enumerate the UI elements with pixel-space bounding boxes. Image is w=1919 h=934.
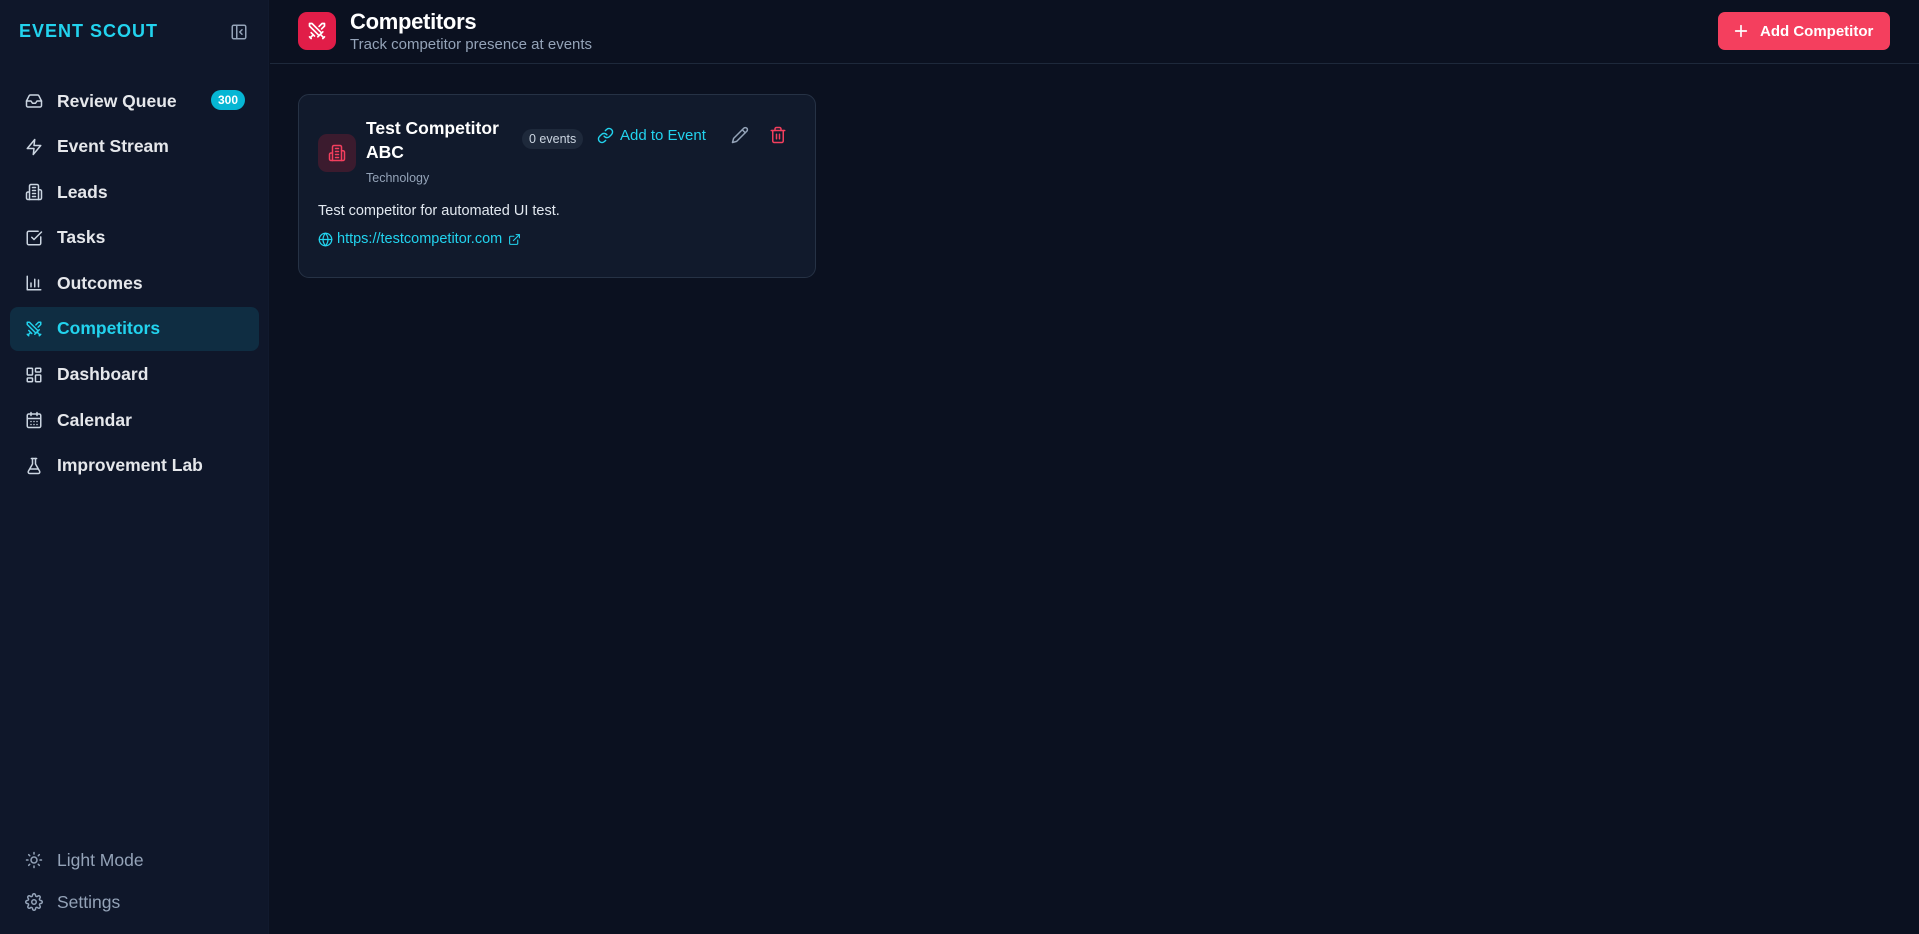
page-title: Competitors [350, 9, 477, 34]
sidebar-item-competitors[interactable]: Competitors [10, 306, 259, 351]
sidebar-item-calendar[interactable]: Calendar [10, 398, 259, 442]
external-link-icon [508, 233, 521, 246]
light-mode-toggle[interactable]: Light Mode [10, 839, 259, 881]
trash-icon [770, 126, 786, 144]
sidebar-item-tasks[interactable]: Tasks [10, 216, 259, 260]
building-icon [318, 134, 356, 172]
sidebar-item-label: Tasks [57, 227, 106, 248]
zap-icon [24, 137, 44, 157]
panel-left-icon [231, 24, 247, 40]
competitor-description: Test competitor for automated UI test. [318, 203, 560, 219]
add-competitor-label: Add Competitor [1760, 22, 1874, 40]
flask-icon [24, 456, 44, 476]
sidebar-item-label: Leads [57, 181, 108, 202]
building-icon [24, 182, 44, 202]
settings-link[interactable]: Settings [10, 881, 259, 923]
globe-icon [318, 232, 333, 247]
sun-icon [24, 850, 44, 870]
review-count-badge: 300 [210, 90, 245, 110]
main-nav: Review Queue 300 Event Stream Leads Task… [10, 79, 259, 489]
competitor-name: Test Competitor ABC [366, 118, 499, 162]
events-count-badge: 0 events [522, 129, 584, 149]
check-square-icon [24, 228, 44, 248]
sidebar-item-review-queue[interactable]: Review Queue 300 [10, 79, 259, 123]
sidebar-item-label: Review Queue [57, 90, 177, 111]
add-to-event-button[interactable]: Add to Event [597, 124, 706, 146]
plus-icon [1733, 23, 1749, 39]
sidebar-item-label: Improvement Lab [57, 455, 203, 476]
settings-label: Settings [57, 891, 121, 912]
sidebar-item-label: Competitors [57, 318, 161, 339]
app-brand: EVENT SCOUT [19, 21, 159, 41]
competitor-card: Test Competitor ABC Technology 0 events … [298, 94, 816, 278]
sidebar-item-leads[interactable]: Leads [10, 170, 259, 214]
inbox-icon [24, 91, 44, 111]
swords-icon [24, 319, 44, 339]
gear-icon [24, 892, 44, 912]
sidebar-item-label: Dashboard [57, 364, 149, 385]
link-icon [597, 127, 614, 144]
page-header: Competitors Track competitor presence at… [270, 0, 1919, 64]
sidebar: EVENT SCOUT Review Queue 300 Event Strea… [0, 0, 269, 934]
edit-button[interactable] [729, 124, 751, 146]
add-competitor-button[interactable]: Add Competitor [1718, 12, 1890, 50]
pencil-icon [731, 126, 749, 144]
calendar-icon [24, 410, 44, 430]
sidebar-item-event-stream[interactable]: Event Stream [10, 125, 259, 169]
page-subtitle: Track competitor presence at events [350, 36, 593, 53]
website-url: https://testcompetitor.com [337, 231, 503, 247]
competitor-website-link[interactable]: https://testcompetitor.com [318, 229, 521, 249]
bar-chart-icon [24, 273, 44, 293]
sidebar-item-label: Calendar [57, 409, 132, 430]
light-mode-label: Light Mode [57, 849, 144, 870]
collapse-sidebar-button[interactable] [228, 21, 250, 43]
sidebar-item-dashboard[interactable]: Dashboard [10, 353, 259, 397]
sidebar-bottom: Light Mode Settings [10, 839, 259, 923]
sidebar-item-improvement-lab[interactable]: Improvement Lab [10, 444, 259, 488]
add-to-event-label: Add to Event [620, 126, 706, 144]
sidebar-item-label: Outcomes [57, 272, 143, 293]
delete-button[interactable] [767, 124, 789, 146]
sidebar-item-label: Event Stream [57, 136, 169, 157]
swords-icon [298, 12, 336, 50]
competitor-category: Technology [366, 171, 430, 185]
layout-dashboard-icon [24, 365, 44, 385]
sidebar-item-outcomes[interactable]: Outcomes [10, 261, 259, 305]
